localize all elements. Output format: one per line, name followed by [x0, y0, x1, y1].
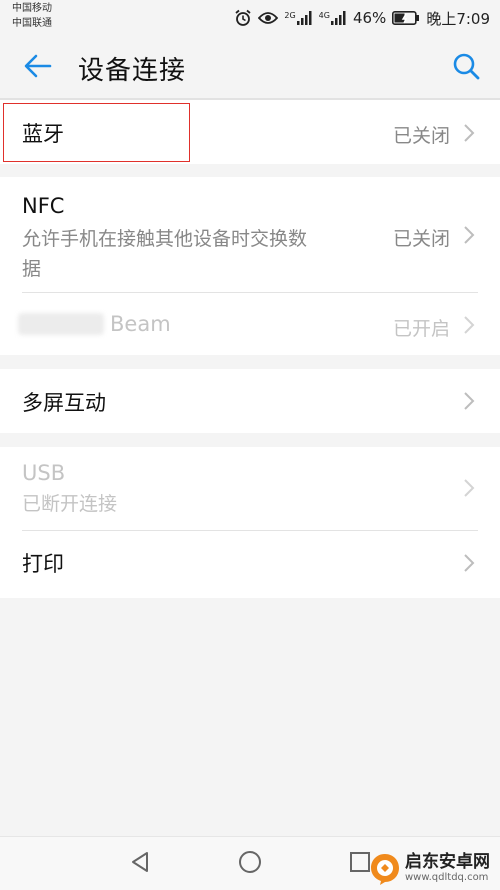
- carrier-2: 中国联通: [12, 18, 52, 29]
- carrier-1: 中国移动: [12, 3, 52, 14]
- status-icons: 2G 4G 46% 晚上7:09: [234, 6, 490, 30]
- status-bar: 中国移动 中国联通 2G 4G 46% 晚上7:09: [0, 0, 500, 36]
- redacted-text: [18, 313, 104, 335]
- bluetooth-status: 已关闭: [392, 125, 450, 147]
- chevron-right-icon: [462, 478, 476, 498]
- arrow-left-icon: [24, 54, 52, 82]
- card-nfc: NFC 允许手机在接触其他设备时交换数据 已关闭 Beam 已开启: [0, 177, 500, 355]
- usb-status: 已断开连接: [22, 493, 118, 515]
- beam-status: 已开启: [392, 318, 450, 340]
- battery-charging-icon: [392, 11, 420, 25]
- print-label: 打印: [22, 552, 64, 576]
- chevron-right-icon: [462, 225, 476, 245]
- usb-label: USB: [22, 461, 66, 485]
- multiscreen-label: 多屏互动: [22, 391, 106, 415]
- row-usb[interactable]: USB 已断开连接: [0, 447, 500, 530]
- nfc-status: 已关闭: [392, 228, 450, 250]
- row-beam[interactable]: Beam 已开启: [0, 293, 500, 355]
- chevron-right-icon: [462, 391, 476, 411]
- chevron-right-icon: [462, 315, 476, 335]
- card-multiscreen: 多屏互动: [0, 369, 500, 433]
- nfc-label: NFC: [22, 194, 65, 218]
- watermark-main: 启东安卓网: [405, 852, 490, 872]
- page-title: 设备连接: [78, 56, 187, 86]
- search-button[interactable]: [446, 48, 486, 88]
- nav-back-button[interactable]: [125, 849, 155, 879]
- back-triangle-icon: [129, 850, 151, 878]
- back-button[interactable]: [16, 48, 60, 88]
- watermark-logo-icon: [368, 852, 402, 886]
- alarm-icon: [234, 9, 252, 27]
- home-circle-icon: [237, 849, 263, 879]
- row-print[interactable]: 打印: [0, 531, 500, 598]
- signal-4g-icon: 4G: [319, 11, 347, 25]
- row-nfc[interactable]: NFC 允许手机在接触其他设备时交换数据 已关闭: [0, 177, 500, 292]
- search-icon: [452, 52, 480, 84]
- watermark-text: 启东安卓网 www.qdltdq.com: [405, 853, 490, 884]
- nav-home-button[interactable]: [235, 849, 265, 879]
- watermark: 启东安卓网 www.qdltdq.com: [368, 848, 500, 889]
- card-usb-print: USB 已断开连接 打印: [0, 447, 500, 598]
- watermark-url: www.qdltdq.com: [405, 872, 489, 883]
- battery-percent: 46%: [352, 9, 387, 27]
- row-multiscreen[interactable]: 多屏互动: [0, 369, 500, 433]
- nfc-description: 允许手机在接触其他设备时交换数据: [22, 228, 308, 280]
- app-header: 设备连接: [0, 36, 500, 98]
- signal-2g-icon: 2G: [284, 11, 312, 25]
- highlight-box: [3, 103, 190, 162]
- chevron-right-icon: [462, 553, 476, 573]
- beam-label: Beam: [110, 312, 171, 336]
- clock-time: 晚上7:09: [426, 9, 490, 28]
- chevron-right-icon: [462, 123, 476, 143]
- eye-comfort-icon: [258, 11, 279, 25]
